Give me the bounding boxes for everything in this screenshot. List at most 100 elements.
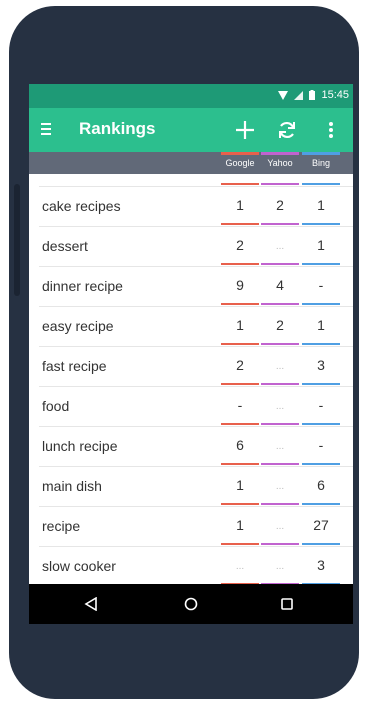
google-underline	[221, 463, 259, 465]
google-rank: 1	[236, 317, 244, 333]
bing-rank: 6	[317, 477, 325, 493]
yahoo-underline	[261, 383, 299, 385]
overflow-menu-icon[interactable]	[317, 116, 345, 144]
keyword-label: easy recipe	[42, 318, 114, 334]
signal-icon	[294, 90, 304, 100]
list-item[interactable]: cake recipes 1 2 1	[29, 187, 353, 227]
yahoo-rank: 2	[276, 197, 284, 213]
list-item[interactable]: food -... -	[29, 387, 353, 427]
list-item[interactable]: dinner recipe 9 4 -	[29, 267, 353, 307]
yahoo-rank: ...	[275, 401, 285, 412]
yahoo-rank: ...	[275, 361, 285, 372]
google-underline	[221, 383, 259, 385]
keyword-label: main dish	[42, 478, 102, 494]
navigation-bar	[29, 584, 353, 624]
yahoo-underline	[261, 463, 299, 465]
wifi-icon	[278, 90, 289, 100]
yahoo-underline	[261, 183, 299, 185]
bing-underline	[302, 263, 340, 265]
column-google[interactable]: Google	[221, 158, 259, 168]
keyword-label: lunch recipe	[42, 438, 118, 454]
bing-rank: 27	[313, 517, 329, 533]
list-item[interactable]: easy recipe 1 2 1	[29, 307, 353, 347]
yahoo-rank: ...	[275, 521, 285, 532]
refresh-icon[interactable]	[273, 116, 301, 144]
google-rank: 1	[236, 477, 244, 493]
keyword-label: slow cooker	[42, 558, 116, 574]
status-bar: 15:45	[29, 84, 353, 108]
yahoo-rank: 4	[276, 277, 284, 293]
bing-underline	[302, 383, 340, 385]
bing-underline	[302, 503, 340, 505]
list-item[interactable]: appetizer126	[29, 174, 353, 187]
google-underline	[221, 423, 259, 425]
bing-rank: 1	[317, 197, 325, 213]
keyword-label: food	[42, 398, 70, 414]
side-button	[14, 184, 20, 296]
keyword-label: cake recipes	[42, 198, 121, 214]
list-item[interactable]: lunch recipe 6... -	[29, 427, 353, 467]
google-underline	[221, 263, 259, 265]
yahoo-underline	[261, 343, 299, 345]
yahoo-underline	[261, 503, 299, 505]
rankings-list[interactable]: appetizer126 cake recipes 1 2 1 dessert 2... 1 d…	[29, 174, 353, 584]
yahoo-underline	[261, 543, 299, 545]
yahoo-rank: ...	[275, 481, 285, 492]
bing-rank: 1	[317, 317, 325, 333]
google-rank: 1	[236, 197, 244, 213]
google-rank: 2	[236, 237, 244, 253]
google-rank: -	[237, 397, 243, 413]
yahoo-rank: ...	[275, 561, 285, 572]
menu-icon[interactable]	[41, 120, 55, 140]
bing-underline	[302, 543, 340, 545]
bing-underline	[302, 423, 340, 425]
bing-underline	[302, 463, 340, 465]
keyword-label: fast recipe	[42, 358, 107, 374]
column-header: Google Yahoo Bing	[29, 152, 353, 174]
bing-underline	[302, 183, 340, 185]
keyword-label: recipe	[42, 518, 81, 534]
google-underline	[221, 343, 259, 345]
yahoo-underline	[261, 423, 299, 425]
back-icon[interactable]	[79, 592, 103, 616]
yahoo-underline	[261, 263, 299, 265]
bing-rank: -	[318, 397, 324, 413]
google-rank: 1	[236, 517, 244, 533]
bing-underline	[302, 343, 340, 345]
list-item[interactable]: dessert 2... 1	[29, 227, 353, 267]
keyword-label: dinner recipe	[42, 278, 123, 294]
add-icon[interactable]	[231, 116, 259, 144]
list-item[interactable]: slow cooker...... 3	[29, 547, 353, 584]
bing-rank: -	[318, 277, 324, 293]
google-underline	[221, 223, 259, 225]
bing-rank: 3	[317, 557, 325, 573]
page-title: Rankings	[79, 119, 156, 138]
list-item[interactable]: fast recipe 2... 3	[29, 347, 353, 387]
google-underline	[221, 543, 259, 545]
yahoo-rank: ...	[275, 441, 285, 452]
battery-icon	[309, 90, 316, 100]
list-item[interactable]: recipe 1... 27	[29, 507, 353, 547]
bing-rank: 3	[317, 357, 325, 373]
bing-underline	[302, 303, 340, 305]
column-yahoo[interactable]: Yahoo	[261, 158, 299, 168]
yahoo-color-bar	[261, 152, 299, 155]
keyword-label: dessert	[42, 238, 88, 254]
app-bar: Rankings	[29, 108, 353, 152]
yahoo-underline	[261, 223, 299, 225]
yahoo-rank: 2	[276, 317, 284, 333]
google-rank: ...	[235, 561, 245, 572]
home-icon[interactable]	[179, 592, 203, 616]
google-color-bar	[221, 152, 259, 155]
google-rank: 9	[236, 277, 244, 293]
column-bing[interactable]: Bing	[302, 158, 340, 168]
google-rank: 6	[236, 437, 244, 453]
google-underline	[221, 183, 259, 185]
yahoo-underline	[261, 303, 299, 305]
google-underline	[221, 303, 259, 305]
bing-rank: -	[318, 437, 324, 453]
bing-underline	[302, 223, 340, 225]
list-item[interactable]: main dish 1... 6	[29, 467, 353, 507]
bing-rank: 1	[317, 237, 325, 253]
recents-icon[interactable]	[275, 592, 299, 616]
